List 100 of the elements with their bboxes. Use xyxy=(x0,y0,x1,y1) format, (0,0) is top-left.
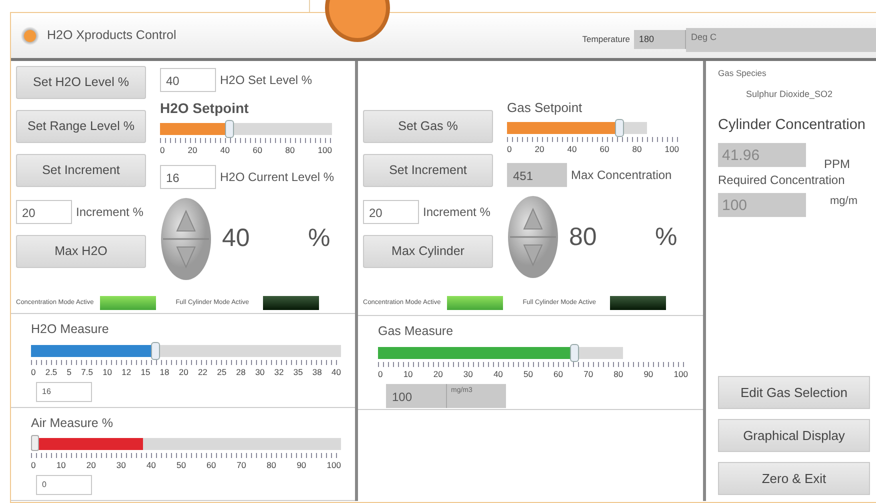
action-button[interactable]: Max Cylinder xyxy=(363,235,493,268)
scale-label: 60 xyxy=(600,142,610,156)
temperature-field: 180 xyxy=(634,30,686,50)
spinner-knob[interactable] xyxy=(507,195,559,280)
scale-label: 22 xyxy=(198,366,208,379)
field-label: Increment % xyxy=(76,204,144,221)
scale-label: 70 xyxy=(236,459,246,472)
scale-label: 100 xyxy=(674,368,688,380)
scale-label: 40 xyxy=(493,368,503,380)
scale-label: 80 xyxy=(632,142,642,156)
section-title: Cylinder Concentration xyxy=(718,116,866,136)
scale-label: 28 xyxy=(236,366,246,379)
unit-label: PPM xyxy=(824,156,850,173)
scale-label: 80 xyxy=(266,459,276,472)
scale-label: 7.5 xyxy=(81,366,93,379)
field-label: H2O Current Level % xyxy=(220,168,334,186)
slider-thumb[interactable] xyxy=(615,118,624,136)
slider-track[interactable] xyxy=(378,346,623,359)
scale-label: 10 xyxy=(102,366,112,379)
scale-label: 100 xyxy=(318,144,332,157)
number-field[interactable]: 0 xyxy=(36,475,92,496)
slider-thumb[interactable] xyxy=(570,344,579,362)
action-button[interactable]: Set Increment xyxy=(16,154,146,187)
action-button[interactable]: Set Increment xyxy=(363,154,493,187)
action-button[interactable]: Edit Gas Selection xyxy=(718,376,870,409)
slider-title: H2O Measure xyxy=(31,321,110,338)
app-icon xyxy=(21,26,39,44)
scale-label: 10 xyxy=(56,459,66,472)
scale-label: 10 xyxy=(403,368,413,380)
unit-label: mg/m xyxy=(830,194,858,209)
scale-label: 0 xyxy=(31,459,36,472)
scale-label: 40 xyxy=(220,144,230,157)
scale-label: 100 xyxy=(326,459,341,472)
unit-label: % xyxy=(655,222,678,252)
scale-label: 90 xyxy=(644,368,654,380)
slider-thumb[interactable] xyxy=(31,435,39,452)
scale-label: 100 xyxy=(664,142,679,156)
scale-label: 30 xyxy=(463,368,473,380)
scale-label: 60 xyxy=(206,459,216,472)
field-label: Temperature xyxy=(582,33,630,46)
scale-label: 20 xyxy=(433,368,443,380)
number-field[interactable]: 20 xyxy=(16,200,72,224)
field-label: H2O Set Level % xyxy=(220,72,312,89)
readout-field: 451 xyxy=(507,163,567,188)
scale-label: 40 xyxy=(146,459,156,472)
scale-label: 2.5 xyxy=(45,366,58,379)
slider-track[interactable] xyxy=(160,123,332,135)
scale-label: 80 xyxy=(614,368,624,380)
slider-track[interactable] xyxy=(31,438,341,450)
slider-title: H2O Setpoint xyxy=(160,99,250,118)
scale-label: 0 xyxy=(160,144,165,157)
slider-thumb[interactable] xyxy=(151,342,160,360)
knob-value: 40 xyxy=(222,223,251,254)
scale-label: 32 xyxy=(274,366,284,379)
spinner-knob[interactable] xyxy=(160,196,212,281)
scale-label: 0 xyxy=(378,368,383,380)
scale-label: 60 xyxy=(252,144,262,157)
scale-label: 25 xyxy=(217,366,226,379)
species-value: Sulphur Dioxide_SO2 xyxy=(746,88,834,101)
scale-label: 60 xyxy=(554,368,564,380)
slider-title: Gas Setpoint xyxy=(507,99,584,117)
field-label: Required Concentration xyxy=(718,172,846,189)
scale-label: 90 xyxy=(296,459,306,472)
slider-title: Air Measure % xyxy=(31,414,114,432)
number-field[interactable]: 16 xyxy=(160,164,216,189)
scale-label: 30 xyxy=(255,366,265,379)
readout-field: 100 xyxy=(718,193,806,217)
action-button[interactable]: Set Gas % xyxy=(363,110,493,143)
slider-thumb[interactable] xyxy=(224,120,234,138)
scale-label: 70 xyxy=(584,368,594,380)
action-button[interactable]: Zero & Exit xyxy=(718,462,870,495)
scale-label: 80 xyxy=(285,144,295,157)
scale-label: 0 xyxy=(507,142,512,156)
scale-label: 18 xyxy=(160,366,170,379)
knob-value: 80 xyxy=(569,222,598,252)
scale-label: 40 xyxy=(332,366,341,379)
slider-title: Gas Measure xyxy=(378,323,454,340)
scale-label: 0 xyxy=(31,366,36,379)
scale-label: 20 xyxy=(178,366,188,379)
scale-label: 15 xyxy=(140,366,150,379)
number-field[interactable]: 20 xyxy=(363,200,419,224)
scale-label: 50 xyxy=(176,459,186,472)
action-button[interactable]: Set H2O Level % xyxy=(16,66,146,99)
scale-label: 30 xyxy=(116,459,126,472)
window-title: H2O Xproducts Control xyxy=(47,27,176,44)
field-label: Increment % xyxy=(423,204,490,221)
action-button[interactable]: Graphical Display xyxy=(718,419,870,452)
scale-label: 5 xyxy=(66,366,72,379)
number-field[interactable]: 40 xyxy=(160,68,216,92)
scale-label: 50 xyxy=(524,368,533,380)
scale-label: 35 xyxy=(293,366,303,379)
action-button[interactable]: Set Range Level % xyxy=(16,110,146,143)
action-button[interactable]: Max H2O xyxy=(16,235,146,268)
slider-track[interactable] xyxy=(31,344,341,357)
scale-label: 12 xyxy=(122,366,132,379)
number-field[interactable]: 16 xyxy=(36,382,92,402)
scale-label: 20 xyxy=(188,144,198,157)
unit-field: Deg C xyxy=(686,28,876,52)
field-label: Max Concentration xyxy=(571,167,672,184)
scale-label: 40 xyxy=(567,142,577,156)
